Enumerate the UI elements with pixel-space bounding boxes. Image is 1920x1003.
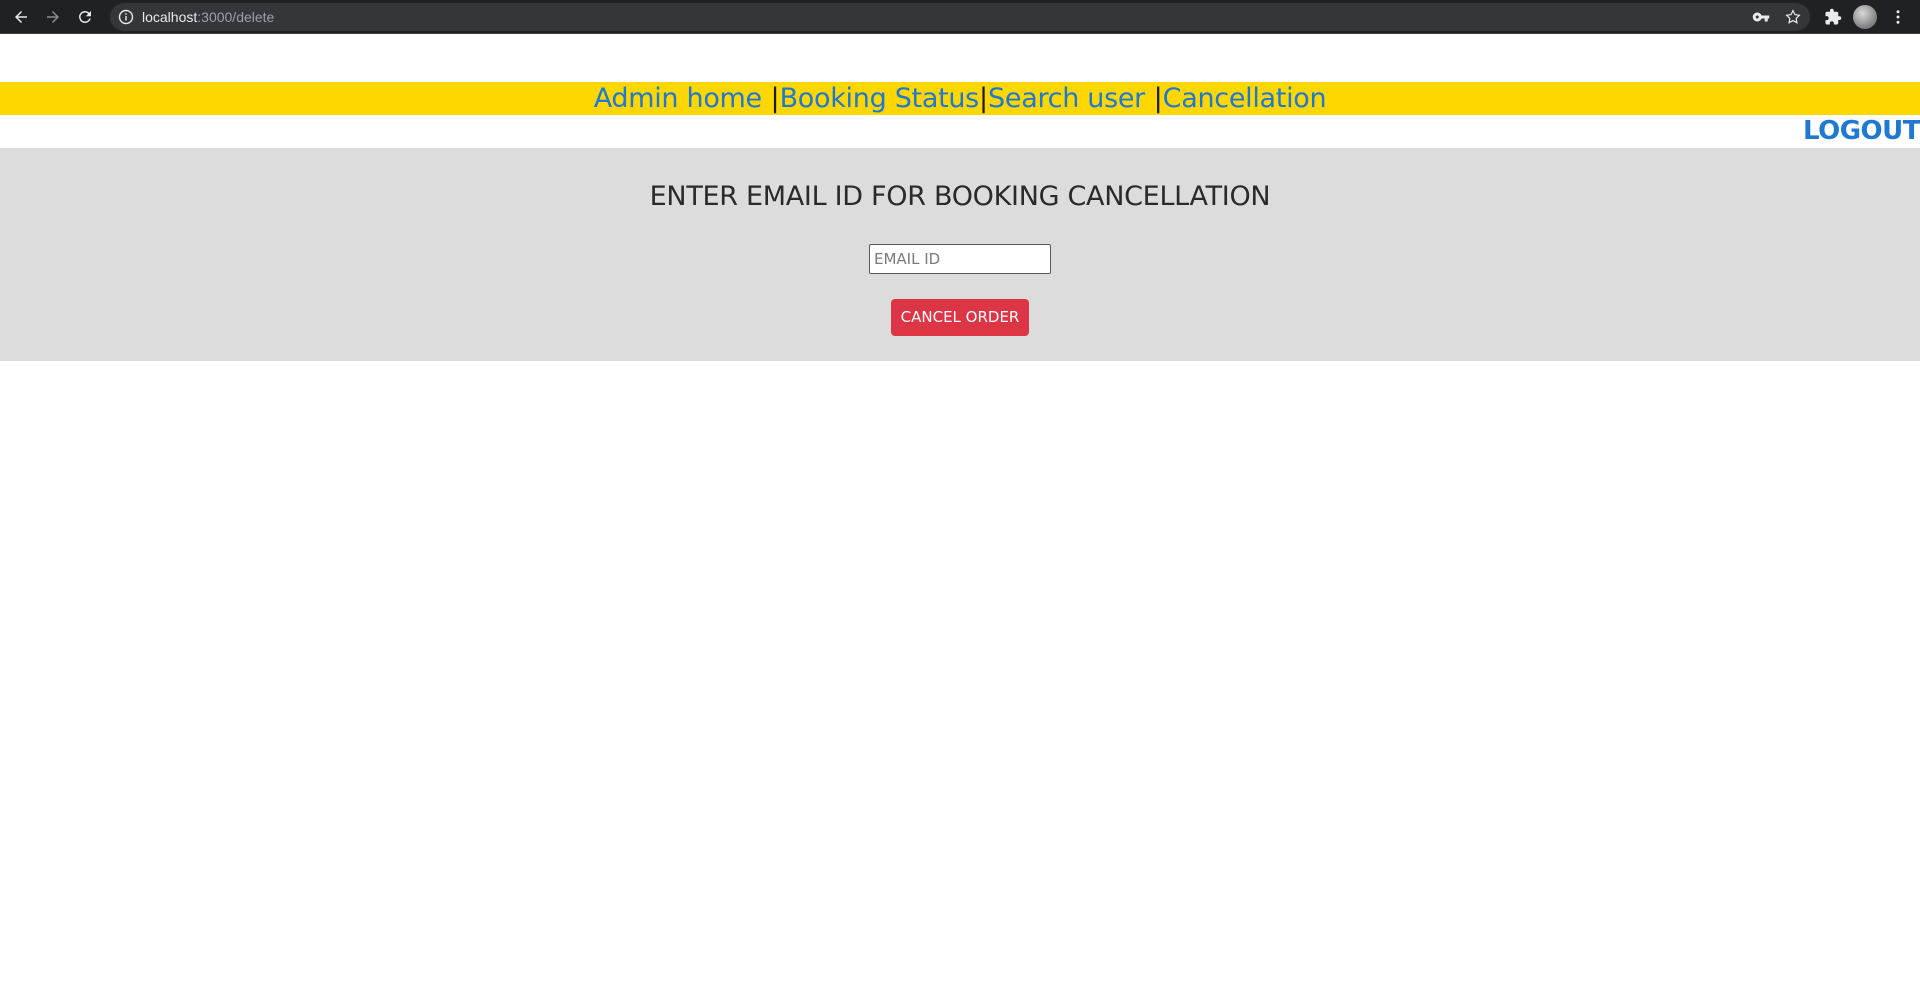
page-title: ENTER EMAIL ID FOR BOOKING CANCELLATION [649, 181, 1271, 212]
nav-separator: | [978, 83, 989, 114]
nav-link-admin-home[interactable]: Admin home [594, 83, 762, 114]
forward-arrow-icon[interactable] [41, 5, 65, 29]
star-icon[interactable] [1784, 8, 1802, 26]
nav-separator: | [1144, 83, 1163, 114]
nav-link-search-user[interactable]: Search user [988, 83, 1145, 114]
url-text[interactable]: localhost:3000/delete [142, 9, 274, 25]
url-host: localhost [142, 9, 198, 25]
cancel-order-button[interactable]: CANCEL ORDER [891, 299, 1029, 336]
page-content: Admin home |Booking Status|Search user |… [0, 35, 1920, 1003]
nav-separator: | [761, 83, 780, 114]
url-path: :3000/delete [197, 9, 275, 25]
menu-dots-icon[interactable] [1887, 6, 1909, 28]
admin-nav-bar: Admin home |Booking Status|Search user |… [0, 82, 1920, 115]
nav-link-booking-status[interactable]: Booking Status [780, 83, 980, 114]
extensions-icon[interactable] [1822, 6, 1844, 28]
nav-link-cancellation[interactable]: Cancellation [1163, 83, 1327, 114]
logout-link[interactable]: LOGOUT [1803, 116, 1920, 146]
back-arrow-icon[interactable] [9, 5, 33, 29]
browser-toolbar: localhost:3000/delete [0, 0, 1920, 34]
cancellation-panel: ENTER EMAIL ID FOR BOOKING CANCELLATION … [0, 148, 1920, 361]
logout-row: LOGOUT [0, 115, 1920, 148]
info-icon[interactable] [118, 9, 134, 25]
profile-avatar[interactable] [1853, 5, 1877, 29]
reload-icon[interactable] [73, 5, 97, 29]
email-field[interactable] [869, 244, 1051, 274]
key-icon[interactable] [1752, 8, 1770, 26]
address-bar[interactable]: localhost:3000/delete [110, 3, 1810, 31]
